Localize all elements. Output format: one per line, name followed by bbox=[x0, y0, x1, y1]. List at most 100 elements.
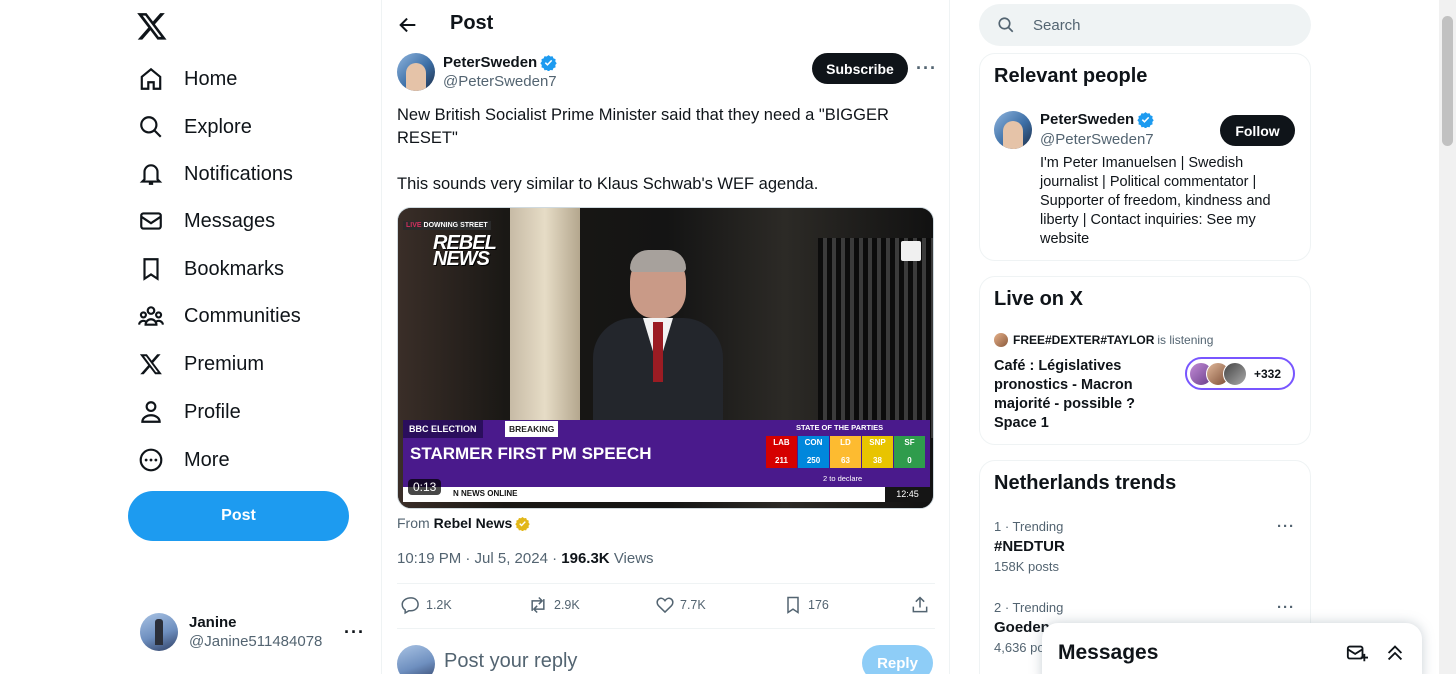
trend-more-icon[interactable]: ··· bbox=[1277, 518, 1295, 535]
video-brand: REBEL NEWS bbox=[433, 232, 497, 270]
nav-notifications-label: Notifications bbox=[184, 162, 293, 185]
account-name: Janine bbox=[189, 614, 237, 631]
nav-home-label: Home bbox=[184, 67, 238, 90]
party-score-box: LD 63 bbox=[830, 436, 861, 468]
live-host-status: is listening bbox=[1157, 333, 1214, 347]
trend-meta: 1 · Trending bbox=[994, 519, 1064, 534]
author-name-row[interactable]: PeterSweden bbox=[443, 54, 557, 71]
search-icon bbox=[138, 114, 164, 140]
nav-profile-label: Profile bbox=[184, 400, 241, 423]
video-speaker bbox=[593, 250, 723, 438]
relevant-person-handle: @PeterSweden7 bbox=[1040, 131, 1154, 148]
scrollbar-thumb[interactable] bbox=[1442, 16, 1453, 146]
tweet-timestamp[interactable]: 10:19 PM · Jul 5, 2024 · bbox=[397, 550, 557, 567]
reply-count: 1.2K bbox=[426, 598, 452, 612]
nav-communities[interactable]: Communities bbox=[128, 292, 311, 340]
trend-count: 158K posts bbox=[994, 559, 1060, 574]
video-railing bbox=[818, 238, 933, 438]
nav-more-label: More bbox=[184, 448, 230, 471]
page-title: Post bbox=[450, 12, 494, 34]
from-source[interactable]: Rebel News bbox=[434, 515, 513, 531]
share-action[interactable] bbox=[909, 595, 936, 615]
search-placeholder: Search bbox=[1033, 16, 1081, 34]
video-elapsed-time: 0:13 bbox=[408, 479, 442, 495]
account-switcher[interactable]: Janine @Janine511484078 bbox=[140, 610, 370, 654]
reply-input[interactable]: Post your reply bbox=[444, 650, 577, 673]
video-clock: 12:45 bbox=[885, 487, 930, 502]
repost-icon bbox=[531, 596, 545, 614]
listeners-pill[interactable]: +332 bbox=[1185, 357, 1295, 390]
views-label: Views bbox=[613, 550, 654, 567]
like-action[interactable]: 7.7K bbox=[655, 595, 706, 615]
tweet-actions: 1.2K 2.9K 7.7K 176 bbox=[397, 585, 937, 627]
relevant-people-title: Relevant people bbox=[994, 65, 1148, 87]
video-bbc-tag: BBC ELECTION bbox=[403, 420, 483, 438]
video-state-title: STATE OF THE PARTIES bbox=[796, 423, 884, 432]
party-score-box: SF 0 bbox=[894, 436, 925, 468]
video-breaking-tag: BREAKING bbox=[505, 421, 559, 437]
nav-messages-label: Messages bbox=[184, 209, 276, 232]
nav-notifications[interactable]: Notifications bbox=[128, 150, 303, 198]
views-count: 196.3K bbox=[561, 550, 610, 567]
repost-action[interactable]: 2.9K bbox=[527, 595, 580, 615]
bookmark-action[interactable]: 176 bbox=[783, 595, 829, 615]
author-handle[interactable]: @PeterSweden7 bbox=[443, 73, 557, 90]
party-score-box: LAB 211 bbox=[766, 436, 797, 468]
avatar bbox=[140, 613, 178, 651]
follow-button[interactable]: Follow bbox=[1220, 115, 1295, 146]
nav-profile[interactable]: Profile bbox=[128, 388, 251, 436]
nav-home[interactable]: Home bbox=[128, 55, 247, 103]
relevant-person-name-row[interactable]: PeterSweden bbox=[1040, 111, 1154, 128]
from-prefix: From bbox=[397, 515, 430, 531]
bookmark-icon bbox=[787, 596, 799, 614]
subscribe-button[interactable]: Subscribe bbox=[812, 53, 908, 84]
back-arrow-icon[interactable] bbox=[397, 14, 419, 36]
bookmark-icon bbox=[138, 256, 164, 282]
search-icon bbox=[998, 17, 1014, 33]
messages-drawer[interactable]: Messages bbox=[1042, 623, 1422, 674]
nav-bookmarks[interactable]: Bookmarks bbox=[128, 245, 294, 293]
gold-verified-icon bbox=[515, 516, 531, 531]
reply-action[interactable]: 1.2K bbox=[401, 595, 452, 615]
video-live-tag: LIVE DOWNING STREET bbox=[403, 221, 491, 230]
search-input[interactable]: Search bbox=[979, 4, 1311, 46]
nav-communities-label: Communities bbox=[184, 304, 301, 327]
tweet-more-icon[interactable]: ··· bbox=[916, 58, 937, 79]
video-source[interactable]: From Rebel News bbox=[397, 515, 531, 531]
author-avatar[interactable] bbox=[397, 53, 435, 91]
relevant-person-avatar[interactable] bbox=[994, 111, 1032, 149]
verified-badge-icon bbox=[1137, 112, 1154, 128]
trends-title: Netherlands trends bbox=[994, 472, 1177, 494]
nav-messages[interactable]: Messages bbox=[128, 197, 285, 245]
repost-count: 2.9K bbox=[554, 598, 580, 612]
divider bbox=[397, 583, 935, 584]
expand-chevron-icon[interactable] bbox=[1384, 642, 1406, 664]
post-button[interactable]: Post bbox=[128, 491, 349, 541]
live-title: Live on X bbox=[994, 288, 1083, 310]
party-score-box: CON 250 bbox=[798, 436, 829, 468]
live-host-name: FREE#DEXTER#TAYLOR bbox=[1013, 333, 1155, 347]
trend-more-icon[interactable]: ··· bbox=[1277, 599, 1295, 616]
bell-icon bbox=[138, 161, 164, 187]
divider bbox=[397, 628, 935, 629]
space-title[interactable]: Café : Législatives pronostics - Macron … bbox=[994, 357, 1164, 433]
video-player[interactable]: LIVE DOWNING STREET REBEL NEWS BBC ELECTI… bbox=[397, 207, 934, 509]
tweet-text-paragraph: New British Socialist Prime Minister sai… bbox=[397, 106, 889, 147]
reply-button[interactable]: Reply bbox=[862, 645, 933, 674]
left-navigation: Home Explore Notifications Messages Book… bbox=[0, 0, 382, 674]
more-circle-icon bbox=[138, 447, 164, 473]
nav-bookmarks-label: Bookmarks bbox=[184, 257, 285, 280]
nav-premium[interactable]: Premium bbox=[128, 340, 274, 388]
nav-explore[interactable]: Explore bbox=[128, 103, 262, 151]
trend-name: #NEDTUR bbox=[994, 538, 1065, 555]
party-score-box: SNP 38 bbox=[862, 436, 893, 468]
account-more-icon[interactable]: ··· bbox=[344, 622, 365, 643]
nav-more[interactable]: More bbox=[128, 436, 240, 484]
like-count: 7.7K bbox=[680, 598, 706, 612]
new-message-icon[interactable] bbox=[1346, 642, 1368, 664]
tweet-text-paragraph: This sounds very similar to Klaus Schwab… bbox=[397, 175, 819, 193]
x-logo-icon[interactable] bbox=[136, 10, 168, 42]
home-icon bbox=[138, 66, 164, 92]
listener-count: +332 bbox=[1254, 366, 1282, 381]
trend-item[interactable]: 1 · Trending #NEDTUR 158K posts bbox=[994, 519, 1294, 574]
